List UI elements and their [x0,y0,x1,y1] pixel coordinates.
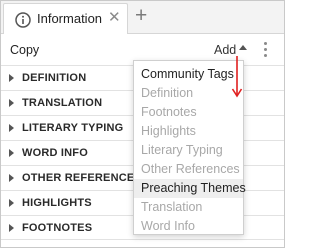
section-label: FOOTNOTES [22,222,93,234]
expand-triangle-icon[interactable] [9,149,14,157]
information-panel: Information ✕ + Copy Add DEFINITION TRAN… [0,0,285,248]
expand-triangle-icon[interactable] [9,124,14,132]
tab-bar: Information ✕ + [1,1,284,34]
menu-item-word-info: Word Info [141,219,195,233]
add-dropdown-menu: Community Tags Definition Footnotes High… [133,60,246,235]
section-label: OTHER REFERENCES [22,172,142,184]
section-label: DEFINITION [22,72,87,84]
info-circle-icon [15,12,31,28]
more-options-icon[interactable] [264,42,268,58]
expand-triangle-icon[interactable] [9,174,14,182]
tab-information[interactable]: Information ✕ [3,3,128,34]
section-label: TRANSLATION [22,97,103,109]
caret-up-icon[interactable] [239,45,247,50]
menu-item-other-references: Other References [141,162,240,176]
red-arrow-down-icon [231,56,243,98]
close-tab-icon[interactable]: ✕ [108,10,121,26]
menu-item-literary-typing: Literary Typing [141,143,223,157]
new-tab-plus-icon[interactable]: + [135,4,147,28]
expand-triangle-icon[interactable] [9,99,14,107]
menu-item-preaching-themes[interactable]: Preaching Themes [134,179,246,198]
tab-label: Information [37,11,103,26]
menu-item-community-tags[interactable]: Community Tags [134,65,243,84]
menu-item-translation: Translation [141,200,203,214]
copy-button[interactable]: Copy [10,43,39,57]
section-label: LITERARY TYPING [22,122,124,134]
expand-triangle-icon[interactable] [9,199,14,207]
menu-item-footnotes: Footnotes [141,105,197,119]
expand-triangle-icon[interactable] [9,74,14,82]
menu-item-highlights: Highlights [141,124,196,138]
section-label: HIGHLIGHTS [22,197,92,209]
section-label: WORD INFO [22,147,88,159]
menu-item-definition: Definition [141,86,194,100]
expand-triangle-icon[interactable] [9,224,14,232]
